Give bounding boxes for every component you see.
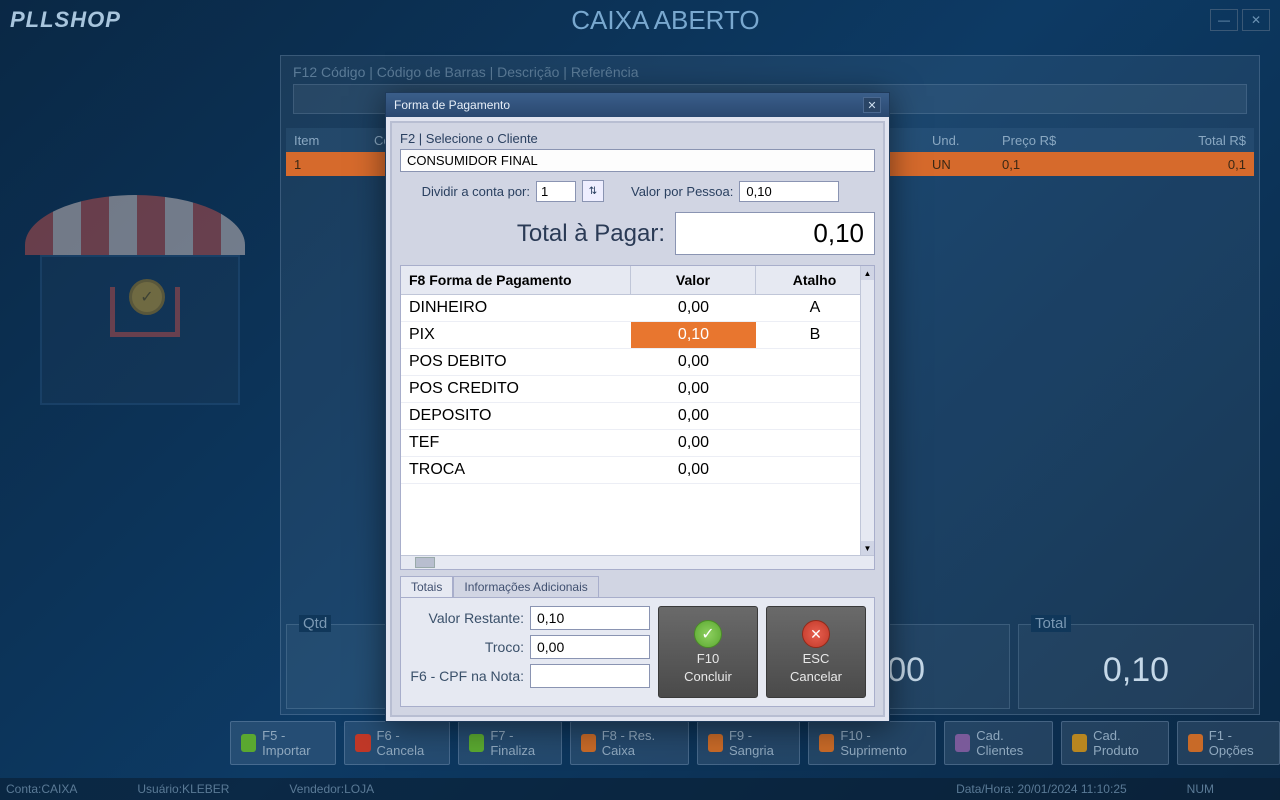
toolbar-icon — [581, 734, 596, 752]
app-brand: PLLSHOP — [10, 7, 121, 33]
vpp-label: Valor por Pessoa: — [631, 184, 733, 199]
toolbar-icon — [708, 734, 723, 752]
payment-row[interactable]: POS CREDITO0,00 — [401, 376, 874, 403]
status-data: Data/Hora: 20/01/2024 11:10:25 — [956, 782, 1127, 796]
toolbar-icon — [819, 734, 834, 752]
vpp-input[interactable] — [739, 181, 839, 202]
modal-close-button[interactable]: ✕ — [863, 97, 881, 113]
client-input[interactable] — [400, 149, 875, 172]
col-preco: Preço R$ — [994, 133, 1114, 148]
footer-total: Total0,10 — [1018, 624, 1254, 709]
store-illustration: ✓ — [25, 175, 255, 415]
divide-input[interactable] — [536, 181, 576, 202]
toolbar-button[interactable]: F7 - Finaliza — [458, 721, 561, 765]
divide-label: Dividir a conta por: — [400, 184, 530, 199]
payment-table: F8 Forma de Pagamento Valor Atalho DINHE… — [400, 265, 875, 570]
close-button[interactable]: ✕ — [1242, 9, 1270, 31]
toolbar-icon — [1188, 734, 1203, 752]
col-atalho: Atalho — [756, 266, 874, 294]
cancelar-button[interactable]: ✕ ESC Cancelar — [766, 606, 866, 698]
modal-title: Forma de Pagamento — [394, 98, 510, 112]
divide-spinner[interactable]: ⇅ — [582, 180, 604, 202]
toolbar-button[interactable]: F10 - Suprimento — [808, 721, 936, 765]
tab-totais[interactable]: Totais — [400, 576, 453, 597]
payment-row[interactable]: TROCA0,00 — [401, 457, 874, 484]
toolbar-icon — [1072, 734, 1087, 752]
toolbar-icon — [355, 734, 370, 752]
payment-row[interactable]: DINHEIRO0,00A — [401, 295, 874, 322]
page-title: CAIXA ABERTO — [121, 5, 1210, 36]
minimize-button[interactable]: — — [1210, 9, 1238, 31]
toolbar-button[interactable]: Cad. Clientes — [944, 721, 1053, 765]
payment-row[interactable]: TEF0,00 — [401, 430, 874, 457]
check-icon: ✓ — [694, 620, 722, 648]
troco-input[interactable] — [530, 635, 650, 659]
payment-row[interactable]: DEPOSITO0,00 — [401, 403, 874, 430]
cancel-icon: ✕ — [802, 620, 830, 648]
col-total: Total R$ — [1114, 133, 1254, 148]
restante-label: Valor Restante: — [409, 610, 530, 626]
toolbar-button[interactable]: F9 - Sangria — [697, 721, 800, 765]
total-input[interactable] — [675, 212, 875, 255]
col-forma: F8 Forma de Pagamento — [401, 266, 631, 294]
cpf-label: F6 - CPF na Nota: — [409, 668, 530, 684]
troco-label: Troco: — [409, 639, 530, 655]
status-vendedor: Vendedor:LOJA — [289, 782, 374, 796]
toolbar-button[interactable]: F6 - Cancela — [344, 721, 450, 765]
search-label: F12 Código | Código de Barras | Descriçã… — [293, 64, 639, 80]
col-und: Und. — [924, 133, 994, 148]
toolbar-button[interactable]: F1 - Opções — [1177, 721, 1280, 765]
status-num: NUM — [1187, 782, 1214, 796]
toolbar-button[interactable]: F8 - Res. Caixa — [570, 721, 689, 765]
col-item: Item — [286, 133, 366, 148]
status-usuario: Usuário:KLEBER — [137, 782, 229, 796]
vertical-scrollbar[interactable]: ▲▼ — [860, 266, 874, 555]
payment-row[interactable]: POS DEBITO0,00 — [401, 349, 874, 376]
tab-info[interactable]: Informações Adicionais — [453, 576, 598, 597]
toolbar-icon — [469, 734, 484, 752]
payment-row[interactable]: PIX0,10B — [401, 322, 874, 349]
toolbar-icon — [241, 734, 256, 752]
total-label: Total à Pagar: — [400, 220, 665, 248]
restante-input[interactable] — [530, 606, 650, 630]
cpf-input[interactable] — [530, 664, 650, 688]
toolbar-button[interactable]: Cad. Produto — [1061, 721, 1169, 765]
payment-modal: Forma de Pagamento ✕ F2 | Selecione o Cl… — [385, 92, 890, 722]
toolbar-button[interactable]: F5 - Importar — [230, 721, 336, 765]
horizontal-scrollbar[interactable] — [401, 555, 874, 569]
status-conta: Conta:CAIXA — [6, 782, 77, 796]
toolbar-icon — [955, 734, 970, 752]
col-valor: Valor — [631, 266, 756, 294]
concluir-button[interactable]: ✓ F10 Concluir — [658, 606, 758, 698]
client-label: F2 | Selecione o Cliente — [400, 131, 875, 146]
